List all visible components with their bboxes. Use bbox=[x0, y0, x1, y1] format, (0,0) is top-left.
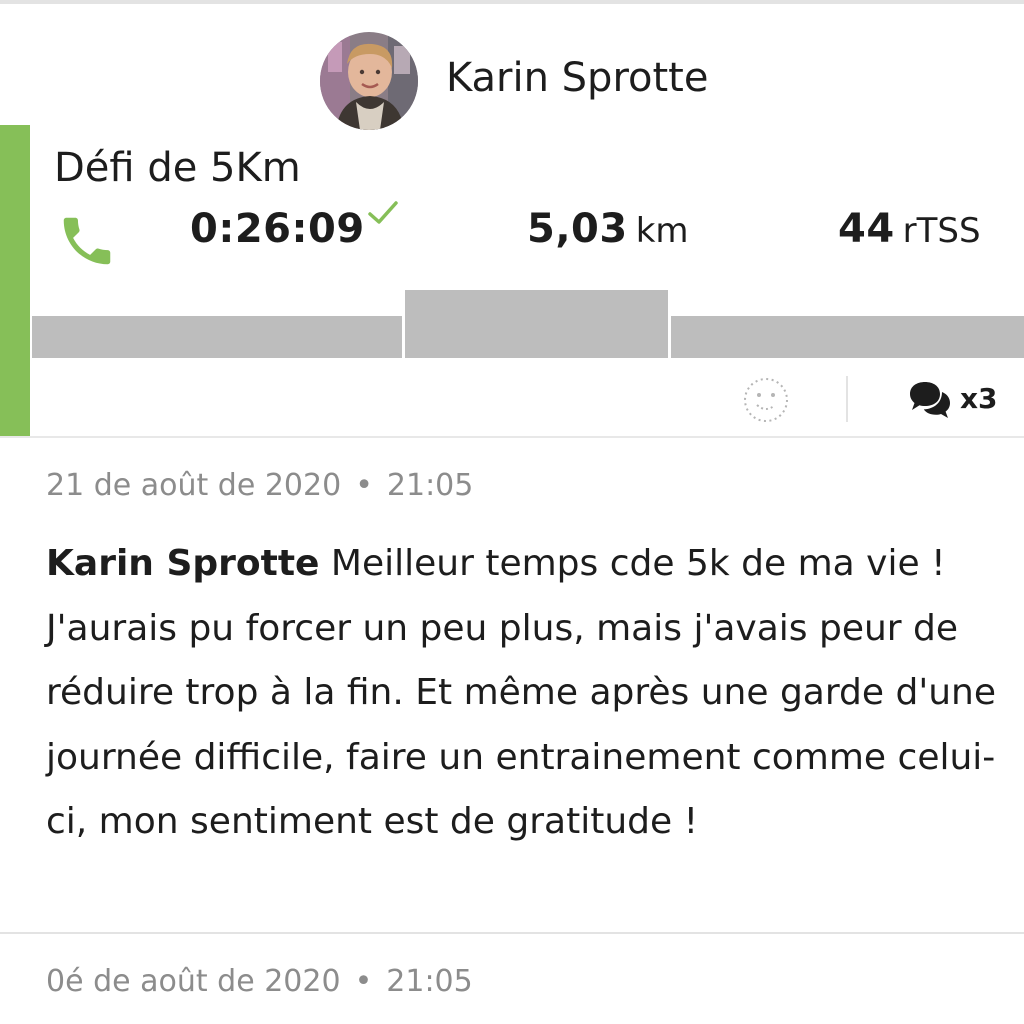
athlete-name[interactable]: Karin Sprotte bbox=[446, 52, 708, 104]
comment-text: Meilleur temps cde 5k de ma vie ! J'aura… bbox=[46, 543, 996, 842]
workout-card[interactable]: Karin Sprotte Défi de 5Km 0:26:09 5,03 k… bbox=[0, 4, 1024, 436]
card-divider bbox=[0, 436, 1024, 438]
comment-timestamp: 0é de août de 2020 • 21:05 bbox=[46, 964, 473, 999]
meta-separator: • bbox=[354, 964, 373, 999]
distance-value: 5,03 bbox=[527, 206, 628, 252]
interval-bar bbox=[671, 316, 1024, 358]
comment-timestamp: 21 de août de 2020 • 21:05 bbox=[46, 468, 473, 503]
comment-author[interactable]: Karin Sprotte bbox=[46, 543, 319, 584]
interval-bar bbox=[405, 290, 668, 358]
distance-metric: 5,03 km bbox=[527, 206, 689, 266]
tss-metric: 44 rTSS bbox=[838, 206, 981, 266]
card-actions: x3 bbox=[0, 370, 1024, 430]
avatar[interactable] bbox=[320, 32, 418, 130]
tss-unit: rTSS bbox=[902, 211, 981, 251]
comment-body: Karin Sprotte Meilleur temps cde 5k de m… bbox=[46, 532, 996, 855]
actions-divider bbox=[846, 376, 848, 422]
comment-divider bbox=[0, 932, 1024, 934]
comment-bubbles-icon[interactable] bbox=[906, 378, 954, 422]
workout-structure-graph[interactable] bbox=[32, 286, 1024, 358]
comment-date: 0é de août de 2020 bbox=[46, 964, 341, 999]
phone-icon bbox=[56, 210, 118, 272]
comment-time: 21:05 bbox=[386, 964, 473, 999]
checkmark-icon bbox=[367, 198, 399, 228]
distance-unit: km bbox=[635, 211, 689, 251]
avatar-photo bbox=[320, 32, 418, 130]
comment-time: 21:05 bbox=[386, 468, 474, 503]
smiley-icon[interactable] bbox=[742, 376, 790, 424]
duration-value: 0:26:09 bbox=[190, 206, 365, 252]
tss-value: 44 bbox=[838, 206, 895, 252]
workout-title[interactable]: Défi de 5Km bbox=[54, 142, 301, 194]
comment-date: 21 de août de 2020 bbox=[46, 468, 342, 503]
duration-metric: 0:26:09 bbox=[190, 201, 399, 266]
meta-separator: • bbox=[355, 468, 373, 503]
interval-bar bbox=[32, 316, 402, 358]
comment-count[interactable]: x3 bbox=[960, 382, 998, 415]
